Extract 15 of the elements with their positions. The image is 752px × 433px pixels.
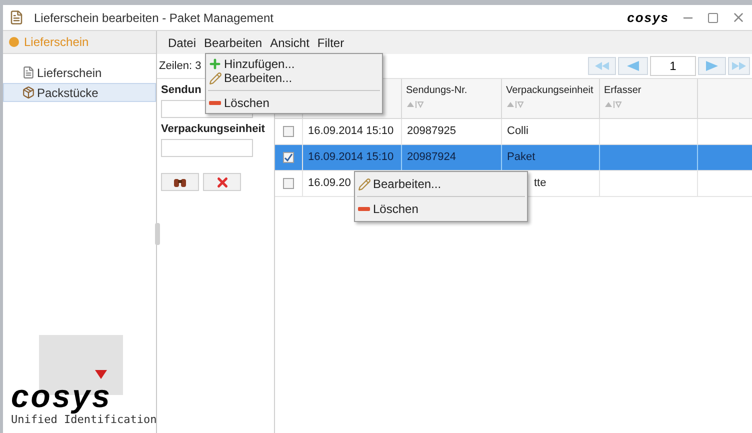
filter-label: Verpackungseinheit (161, 122, 266, 136)
table-cell-text: 16.09.2014 15:10 (308, 150, 394, 166)
table-cell-text: tte (534, 176, 546, 192)
table-cell-text: Colli (507, 124, 528, 140)
table-cell-text: 16.09.20 (308, 176, 351, 192)
table-cell-text: Paket (507, 150, 536, 166)
filter-label: Sendun (161, 83, 202, 97)
row-count: Zeilen: 3 (159, 58, 202, 74)
table-cell-text: 16.09.2014 15:10 (308, 124, 394, 140)
window-title: Lieferschein bearbeiten - Paket Management (34, 10, 274, 26)
table-cell-text: 20987925 (407, 124, 456, 140)
logo-tagline: Unified Identification (11, 413, 157, 427)
table-cell-text: 20987924 (407, 150, 456, 166)
brand-logo: cosys (627, 8, 669, 27)
logo-text: cosys (11, 379, 113, 413)
